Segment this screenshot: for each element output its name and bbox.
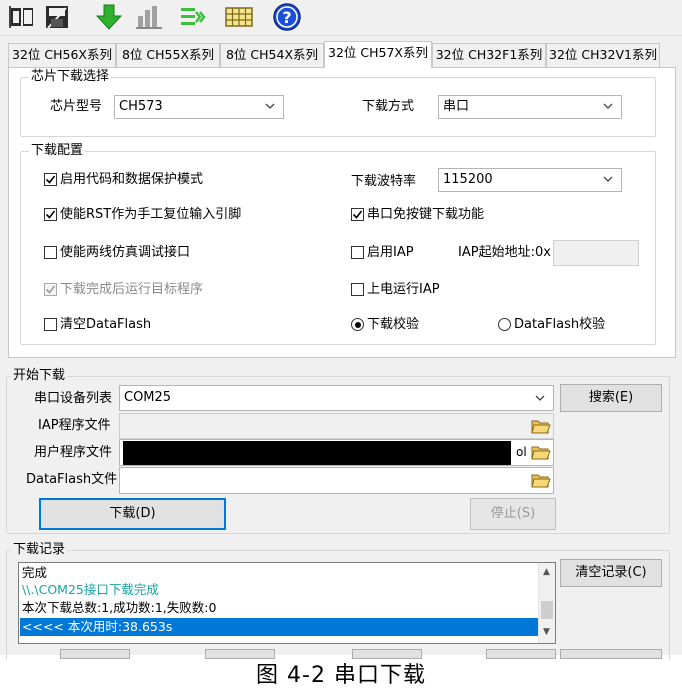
serial-port-value: COM25 — [124, 390, 172, 405]
tab-ch57x[interactable]: 32位 CH57X系列 — [324, 41, 432, 68]
tab-ch55x[interactable]: 8位 CH55X系列 — [116, 43, 220, 67]
chevron-down-icon — [603, 103, 613, 109]
verify-download-label: 下载校验 — [367, 317, 420, 332]
download-icon[interactable] — [94, 2, 124, 32]
baud-rate-label: 下载波特率 — [351, 174, 417, 189]
tab-ch54x[interactable]: 8位 CH54X系列 — [220, 43, 324, 67]
download-config-title: 下载配置 — [29, 143, 86, 159]
download-method-label: 下载方式 — [362, 99, 415, 114]
iap-file-input — [119, 413, 554, 439]
code-protect-label: 启用代码和数据保护模式 — [60, 172, 204, 187]
chart-icon[interactable] — [134, 2, 164, 32]
verify-dataflash-radio[interactable] — [498, 318, 511, 331]
svg-text:?: ? — [282, 8, 291, 27]
user-file-label: 用户程序文件 — [34, 445, 113, 460]
download-method-value: 串口 — [443, 99, 470, 114]
user-file-tail: ol — [516, 445, 527, 459]
dataflash-file-label: DataFlash文件 — [26, 472, 118, 487]
iap-address-label: IAP起始地址:0x — [458, 245, 551, 260]
run-after-label: 下载完成后运行目标程序 — [60, 282, 204, 297]
power-on-iap-label: 上电运行IAP — [367, 282, 440, 297]
bottom-button[interactable] — [60, 649, 130, 659]
serial-port-label: 串口设备列表 — [34, 391, 113, 406]
bottom-button[interactable] — [560, 649, 662, 659]
download-button[interactable]: 下载(D) — [39, 498, 226, 530]
chevron-down-icon — [265, 103, 275, 109]
code-protect-checkbox[interactable] — [44, 173, 57, 186]
tab-ch56x[interactable]: 32位 CH56X系列 — [8, 43, 116, 67]
scroll-up-icon[interactable]: ▲ — [543, 567, 550, 577]
bottom-button[interactable] — [205, 649, 275, 659]
grid-table-icon[interactable] — [224, 2, 254, 32]
bottom-button[interactable] — [486, 649, 556, 659]
debug-interface-checkbox[interactable] — [44, 246, 57, 259]
bottom-button[interactable] — [352, 649, 422, 659]
log-line: 本次下载总数:1,成功数:1,失败数:0 — [22, 600, 217, 615]
scroll-down-icon[interactable]: ▼ — [543, 627, 550, 637]
chip-model-value: CH573 — [119, 99, 163, 114]
log-line-selected: <<<< 本次用时:38.653s — [22, 619, 173, 634]
debug-interface-label: 使能两线仿真调试接口 — [60, 245, 191, 260]
clear-log-button[interactable]: 清空记录(C) — [560, 559, 662, 587]
user-file-input[interactable]: ol — [119, 439, 554, 466]
chevron-down-icon — [603, 176, 613, 182]
series-tabs: 32位 CH56X系列 8位 CH55X系列 8位 CH54X系列 32位 CH… — [8, 41, 676, 68]
help-icon[interactable]: ? — [272, 2, 302, 32]
scroll-thumb[interactable] — [541, 601, 553, 619]
tab-ch32v1[interactable]: 32位 CH32V1系列 — [546, 43, 660, 67]
check-icon — [45, 175, 56, 184]
log-line: 完成 — [22, 565, 48, 580]
baud-rate-select[interactable]: 115200 — [438, 168, 622, 192]
download-log[interactable]: 完成 \\.\COM25接口下载完成 本次下载总数:1,成功数:1,失败数:0 … — [18, 562, 556, 644]
start-download-title: 开始下载 — [11, 368, 68, 384]
redacted-path — [123, 441, 511, 465]
folder-open-icon[interactable] — [531, 417, 551, 435]
list-check-icon[interactable] — [178, 2, 208, 32]
serial-port-select[interactable]: COM25 — [119, 385, 554, 411]
download-method-select[interactable]: 串口 — [438, 95, 622, 119]
toolbar: ? — [0, 0, 682, 36]
verify-download-radio[interactable] — [351, 318, 364, 331]
chip-model-label: 芯片型号 — [50, 99, 103, 114]
log-title: 下载记录 — [11, 542, 68, 558]
check-icon — [45, 210, 56, 219]
enable-iap-label: 启用IAP — [367, 245, 414, 260]
app-window: ? 32位 CH56X系列 8位 CH55X系列 8位 CH54X系列 32位 … — [0, 0, 682, 660]
verify-dataflash-label: DataFlash校验 — [514, 317, 606, 332]
check-icon — [45, 285, 56, 294]
clear-dataflash-label: 清空DataFlash — [60, 317, 152, 332]
no-key-download-label: 串口免按键下载功能 — [367, 207, 485, 222]
tab-ch32f1[interactable]: 32位 CH32F1系列 — [432, 43, 546, 67]
open-file-icon[interactable] — [8, 2, 38, 32]
save-file-icon[interactable] — [42, 2, 72, 32]
figure-caption: 图 4-2 串口下载 — [256, 663, 426, 688]
chip-model-select[interactable]: CH573 — [114, 95, 284, 119]
chevron-down-icon — [535, 395, 545, 401]
run-after-checkbox — [44, 283, 57, 296]
iap-file-label: IAP程序文件 — [38, 418, 111, 433]
folder-open-icon[interactable] — [531, 471, 551, 489]
search-button[interactable]: 搜索(E) — [560, 384, 662, 412]
dataflash-file-input[interactable] — [119, 467, 554, 494]
check-icon — [352, 210, 363, 219]
log-line: \\.\COM25接口下载完成 — [22, 582, 159, 597]
clear-dataflash-checkbox[interactable] — [44, 318, 57, 331]
no-key-download-checkbox[interactable] — [351, 208, 364, 221]
rst-pin-label: 使能RST作为手工复位输入引脚 — [60, 207, 242, 222]
chip-select-title: 芯片下载选择 — [29, 69, 112, 85]
stop-button: 停止(S) — [470, 498, 556, 530]
enable-iap-checkbox[interactable] — [351, 246, 364, 259]
iap-address-input[interactable] — [553, 240, 639, 266]
power-on-iap-checkbox[interactable] — [351, 283, 364, 296]
baud-rate-value: 115200 — [443, 172, 493, 187]
folder-open-icon[interactable] — [531, 443, 551, 461]
rst-pin-checkbox[interactable] — [44, 208, 57, 221]
log-scrollbar[interactable]: ▲ ▼ — [538, 563, 555, 643]
